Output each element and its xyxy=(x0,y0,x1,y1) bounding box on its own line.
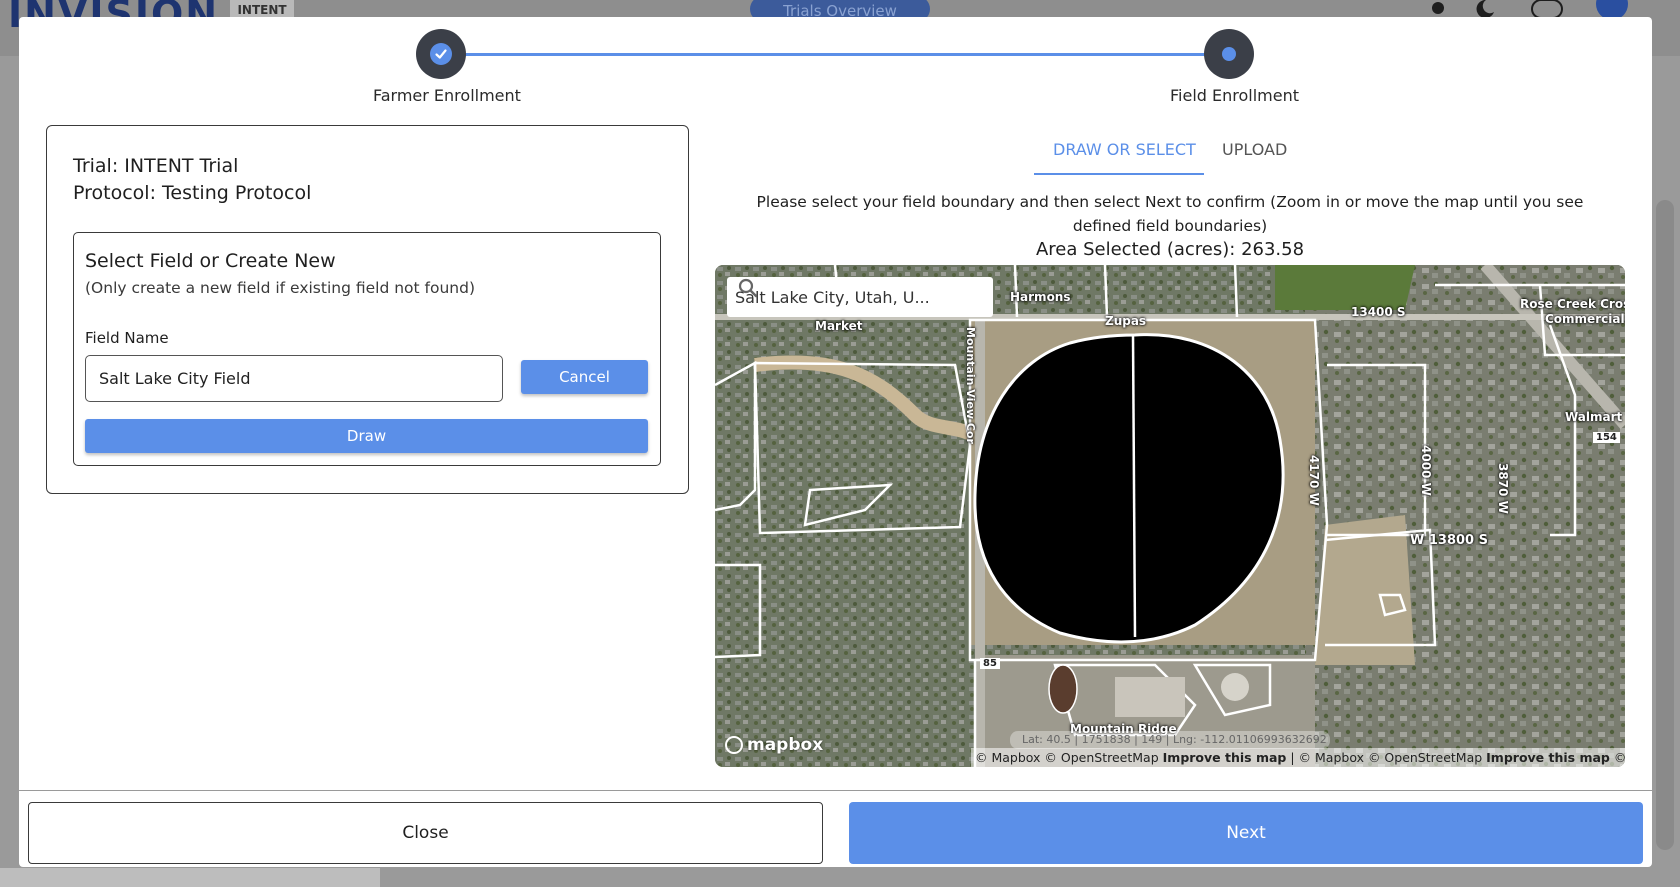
map-label-commercial: Commercial xyxy=(1545,312,1625,326)
improve-map-link-2[interactable]: Improve this map xyxy=(1486,750,1610,765)
map-label-13800: W 13800 S xyxy=(1410,533,1488,548)
attribution-mapbox-osm[interactable]: © Mapbox © OpenStreetMap xyxy=(975,750,1159,765)
select-field-heading: Select Field or Create New xyxy=(85,250,336,272)
map-coordinates: Lat: 40.5 | 1751838 | 149 | Lng: -112.01… xyxy=(1010,731,1330,749)
map-label-4170: 4170 W xyxy=(1307,455,1321,506)
satellite-imagery xyxy=(715,265,1625,767)
map-label-market: Market xyxy=(815,319,863,333)
protocol-title: Protocol: Testing Protocol xyxy=(73,182,312,204)
close-button[interactable]: Close xyxy=(28,802,823,864)
mapbox-icon xyxy=(725,736,743,754)
map-label-hwy-85: 85 xyxy=(980,658,1000,669)
stepper-connector xyxy=(440,53,1230,56)
map-label-zupas: Zupas xyxy=(1105,314,1147,328)
map-instructions: Please select your field boundary and th… xyxy=(756,193,1584,235)
map-attribution: © Mapbox © OpenStreetMap Improve this ma… xyxy=(971,748,1625,767)
trial-title: Trial: INTENT Trial xyxy=(73,155,239,177)
cancel-button[interactable]: Cancel xyxy=(521,360,648,394)
search-icon xyxy=(738,278,758,298)
improve-map-link[interactable]: Improve this map xyxy=(1163,750,1287,765)
tab-upload[interactable]: UPLOAD xyxy=(1222,140,1287,159)
map-label-walmart: Walmart S xyxy=(1565,410,1625,424)
map-label-3870: 3870 W xyxy=(1496,463,1510,514)
step-farmer-enrollment xyxy=(416,29,466,79)
map-search-box[interactable] xyxy=(727,277,993,317)
check-icon xyxy=(430,43,452,65)
mapbox-logo[interactable]: mapbox xyxy=(725,735,823,755)
map-label-13400: 13400 S xyxy=(1351,305,1406,319)
map-label-rose-creek: Rose Creek Cross xyxy=(1520,297,1625,311)
field-map[interactable]: Harmons Zupas Market 13400 S Rose Creek … xyxy=(715,265,1625,767)
map-label-4000: 4000 W xyxy=(1419,445,1433,496)
map-label-mountain-view: Mountain View Cor xyxy=(964,327,977,444)
step-field-enrollment xyxy=(1204,29,1254,79)
active-tab-indicator xyxy=(1034,173,1204,175)
background-sidebar xyxy=(0,868,380,887)
background-scrollbar xyxy=(1656,200,1674,850)
step-label-farmer-enrollment: Farmer Enrollment xyxy=(373,86,521,105)
mapbox-logo-text: mapbox xyxy=(747,735,824,755)
next-button[interactable]: Next xyxy=(849,802,1643,864)
active-step-icon xyxy=(1222,47,1236,61)
tab-draw-or-select[interactable]: DRAW OR SELECT xyxy=(1053,140,1196,159)
step-label-field-enrollment: Field Enrollment xyxy=(1170,86,1300,105)
map-label-harmons: Harmons xyxy=(1010,290,1071,304)
attribution-mapbox-osm-2[interactable]: | © Mapbox © OpenStreetMap xyxy=(1290,750,1482,765)
field-name-input[interactable] xyxy=(85,355,503,402)
area-selected: Area Selected (acres): 263.58 xyxy=(1035,239,1305,260)
field-name-label: Field Name xyxy=(85,329,169,347)
attribution-maxar[interactable]: © Maxar xyxy=(1614,750,1625,765)
map-search-input[interactable] xyxy=(735,287,955,307)
draw-button[interactable]: Draw xyxy=(85,419,648,453)
select-field-hint: (Only create a new field if existing fie… xyxy=(85,279,476,297)
footer-divider xyxy=(19,790,1652,791)
map-label-hwy-154: 154 xyxy=(1593,432,1620,443)
